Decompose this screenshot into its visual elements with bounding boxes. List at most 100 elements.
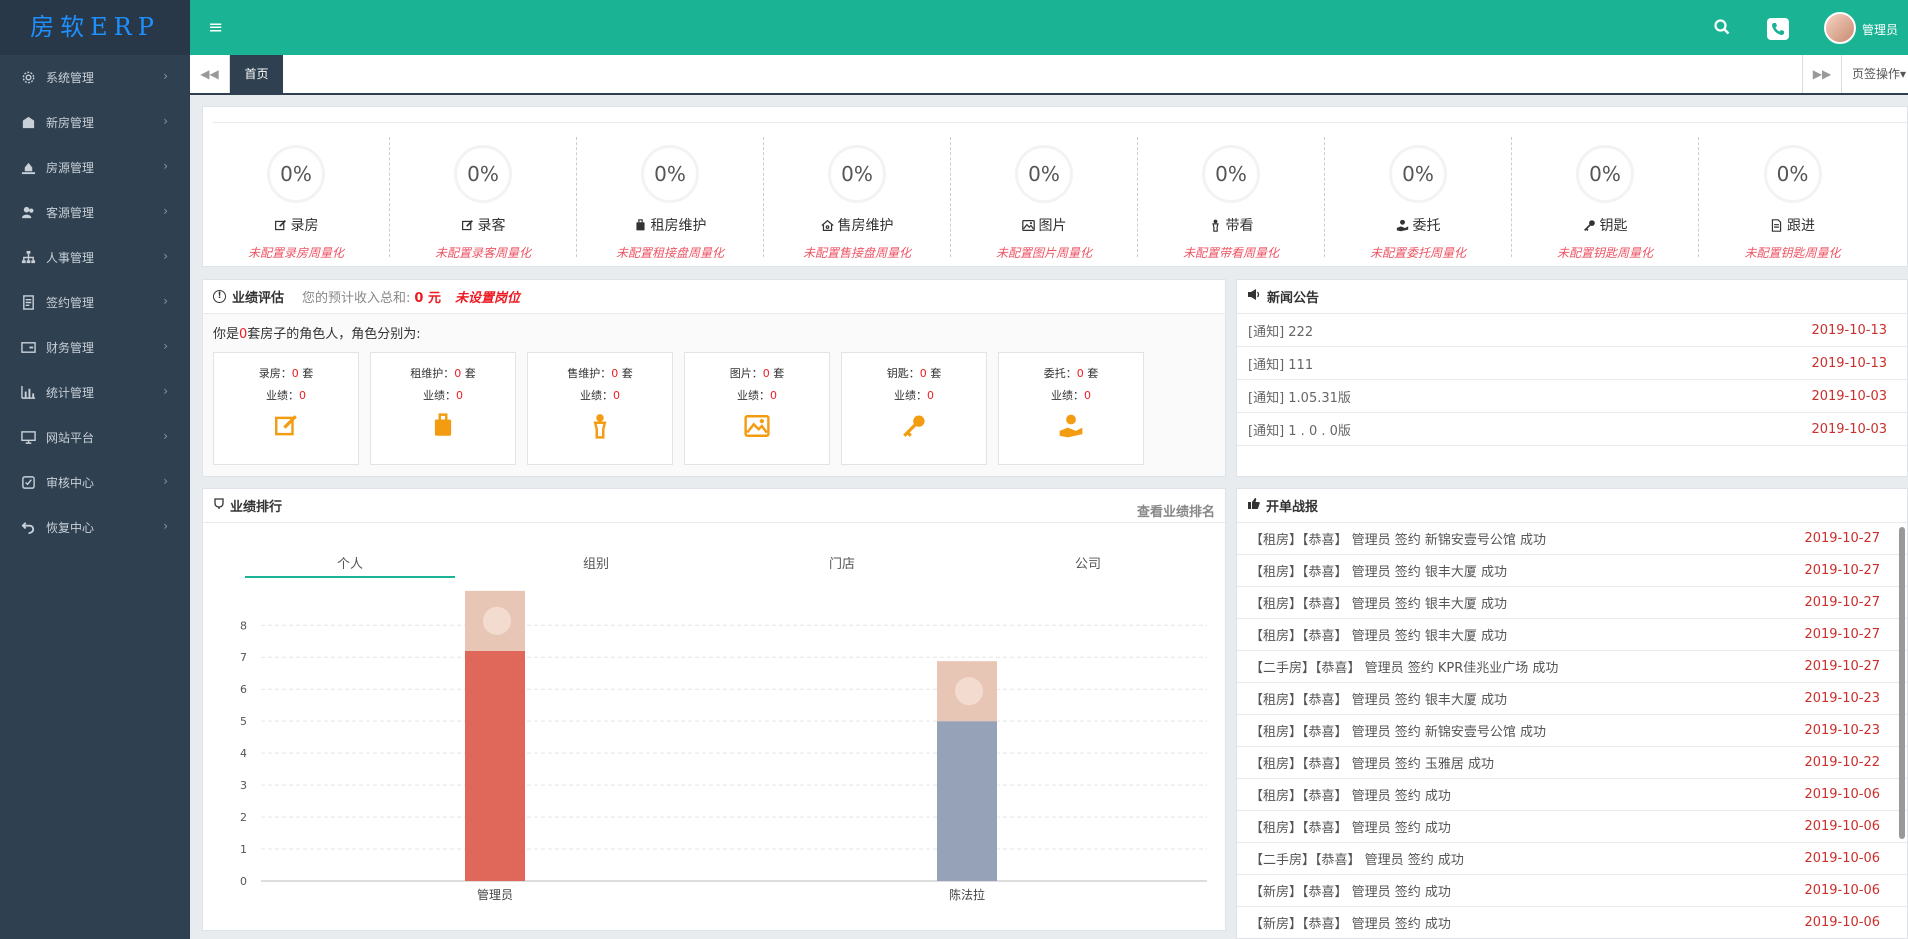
performance-card[interactable]: 租维护：0 套业绩：0 [370,352,516,465]
deal-item[interactable]: 【新房】【恭喜】 管理员 签约 成功 2019-10-06 [1237,875,1907,907]
ranking-panel: 业绩排行 查看业绩排名 个人 组别 门店 公司 0 1 2 3 4 5 6 7 8 管理员 陈法拉 [202,488,1226,931]
sidebar-item-label: 房源管理 [46,161,95,175]
deal-item[interactable]: 【二手房】【恭喜】 管理员 签约 KPR佳兆业广场 成功 2019-10-27 [1237,651,1907,683]
news-item[interactable]: [通知] 111 2019-10-13 [1237,347,1907,380]
card-perf-label: 业绩 [423,389,445,402]
bar[interactable] [465,650,525,881]
ranking-tab-3[interactable]: 门店 [737,553,947,572]
suitcase-icon [634,219,647,236]
deal-item[interactable]: 【新房】【恭喜】 管理员 签约 成功 2019-10-06 [1237,907,1907,938]
deal-item[interactable]: 【租房】【恭喜】 管理员 签约 新锦安壹号公馆 成功 2019-10-27 [1237,523,1907,555]
deal-item[interactable]: 【租房】【恭喜】 管理员 签约 玉雅居 成功 2019-10-22 [1237,747,1907,779]
performance-card[interactable]: 录房：0 套业绩：0 [213,352,359,465]
sidebar-item-8[interactable]: 统计管理 › [0,370,190,415]
performance-card[interactable]: 委托：0 套业绩：0 [998,352,1144,465]
bar[interactable] [937,721,997,881]
tab-bar: ◀◀ 首页 ▶▶ 页签操作▾ [190,55,1908,95]
stat-label: 图片 [1038,218,1067,234]
news-text: [通知] 111 [1248,357,1314,373]
menu-toggle-icon[interactable]: ≡ [208,17,223,38]
card-count-row: 钥匙：0 套 [886,367,942,380]
performance-card[interactable]: 钥匙：0 套业绩：0 [841,352,987,465]
card-perf-label: 业绩 [894,389,916,402]
deal-text: 【租房】【恭喜】 管理员 签约 银丰大厦 成功 [1250,597,1508,612]
deal-text: 【二手房】【恭喜】 管理员 签约 KPR佳兆业广场 成功 [1250,661,1559,676]
stat-note: 未配置租接盘周量化 [615,246,724,260]
ranking-tab-4[interactable]: 公司 [983,553,1193,572]
progress-circle: 0% [641,145,699,203]
card-unit: 套 [930,367,942,380]
sidebar-item-10[interactable]: 审核中心 › [0,460,190,505]
news-date: 2019-10-03 [1811,388,1887,404]
stat-note: 未配置带看周量化 [1182,246,1279,260]
key-icon [1583,220,1596,236]
card-count-row: 售维护：0 套 [567,367,633,380]
deal-item[interactable]: 【租房】【恭喜】 管理员 签约 银丰大厦 成功 2019-10-27 [1237,619,1907,651]
card-name: 钥匙 [886,367,909,380]
stat-note: 未配置委托周量化 [1369,246,1466,260]
card-perf: 0 [613,389,620,402]
card-unit: 套 [1087,367,1099,380]
deal-item[interactable]: 【租房】【恭喜】 管理员 签约 新锦安壹号公馆 成功 2019-10-23 [1237,715,1907,747]
deal-item[interactable]: 【二手房】【恭喜】 管理员 签约 成功 2019-10-06 [1237,843,1907,875]
app-logo: 房软ERP [0,0,190,55]
performance-card[interactable]: 图片：0 套业绩：0 [684,352,830,465]
view-ranking-link[interactable]: 查看业绩排名 [1137,501,1215,520]
sidebar-item-5[interactable]: 人事管理 › [0,235,190,280]
sidebar-item-6[interactable]: 签约管理 › [0,280,190,325]
ranking-header: 业绩排行 [203,489,1225,523]
sidebar-item-7[interactable]: 财务管理 › [0,325,190,370]
gear-icon [20,70,36,86]
ranking-tab-1[interactable]: 个人 [245,553,455,572]
y-tick-label: 7 [240,651,247,664]
tab-scroll-right-button[interactable]: ▶▶ [1802,55,1842,93]
top-bar: ≡ 管理员 [190,0,1908,55]
news-title: 新闻公告 [1267,291,1320,306]
stat-label-row: 录房 [203,215,389,236]
phone-icon[interactable] [1767,18,1789,40]
tab-operations-dropdown[interactable]: 页签操作▾ [1852,55,1906,93]
chevron-right-icon: › [163,474,168,488]
card-perf: 0 [927,389,934,402]
tab-scroll-left-button[interactable]: ◀◀ [190,55,230,93]
stat-label-row: 售房维护 [764,215,950,236]
ranking-tab-2[interactable]: 组别 [491,553,701,572]
news-item[interactable]: [通知] 1 . 0 . 0版 2019-10-03 [1237,413,1907,446]
stat-note: 未配置录客周量化 [434,246,531,260]
performance-card[interactable]: 售维护：0 套业绩：0 [527,352,673,465]
stat-label-row: 图片 [951,215,1137,236]
sidebar-item-4[interactable]: 客源管理 › [0,190,190,235]
tab-home[interactable]: 首页 [230,55,283,93]
deal-item[interactable]: 【租房】【恭喜】 管理员 签约 成功 2019-10-06 [1237,779,1907,811]
deal-item[interactable]: 【租房】【恭喜】 管理员 签约 银丰大厦 成功 2019-10-27 [1237,587,1907,619]
deal-item[interactable]: 【租房】【恭喜】 管理员 签约 银丰大厦 成功 2019-10-23 [1237,683,1907,715]
card-unit: 套 [621,367,633,380]
deal-item[interactable]: 【租房】【恭喜】 管理员 签约 成功 2019-10-06 [1237,811,1907,843]
sidebar-item-11[interactable]: 恢复中心 › [0,505,190,550]
sidebar-item-9[interactable]: 网站平台 › [0,415,190,460]
sidebar-item-label: 人事管理 [46,251,95,265]
performance-header: ! 业绩评估 您的预计收入总和: 0 元 未设置岗位 [203,280,1225,314]
deal-text: 【租房】【恭喜】 管理员 签约 成功 [1250,821,1451,836]
y-tick-label: 0 [240,875,247,888]
deal-date: 2019-10-27 [1804,595,1880,610]
y-tick-label: 4 [240,747,247,760]
deals-panel: 开单战报 【租房】【恭喜】 管理员 签约 新锦安壹号公馆 成功 2019-10-2… [1236,488,1908,939]
news-item[interactable]: [通知] 222 2019-10-13 [1237,314,1907,347]
role-prefix: 你是 [213,327,240,342]
info-icon: ! [213,290,226,303]
news-item[interactable]: [通知] 1.05.31版 2019-10-03 [1237,380,1907,413]
deal-date: 2019-10-06 [1804,915,1880,930]
stat-note: 未配置录房周量化 [247,246,344,260]
user-name[interactable]: 管理员 [1862,21,1898,38]
sidebar-item-label: 签约管理 [46,296,95,310]
sidebar-item-3[interactable]: 房源管理 › [0,145,190,190]
deal-text: 【租房】【恭喜】 管理员 签约 新锦安壹号公馆 成功 [1250,533,1547,548]
sidebar-item-2[interactable]: 新房管理 › [0,100,190,145]
search-icon[interactable] [1713,18,1731,39]
deal-item[interactable]: 【租房】【恭喜】 管理员 签约 银丰大厦 成功 2019-10-27 [1237,555,1907,587]
image-icon [744,413,770,439]
user-avatar[interactable] [1824,12,1856,44]
deals-scrollbar[interactable] [1899,527,1905,839]
sidebar-item-1[interactable]: 系统管理 › [0,55,190,100]
